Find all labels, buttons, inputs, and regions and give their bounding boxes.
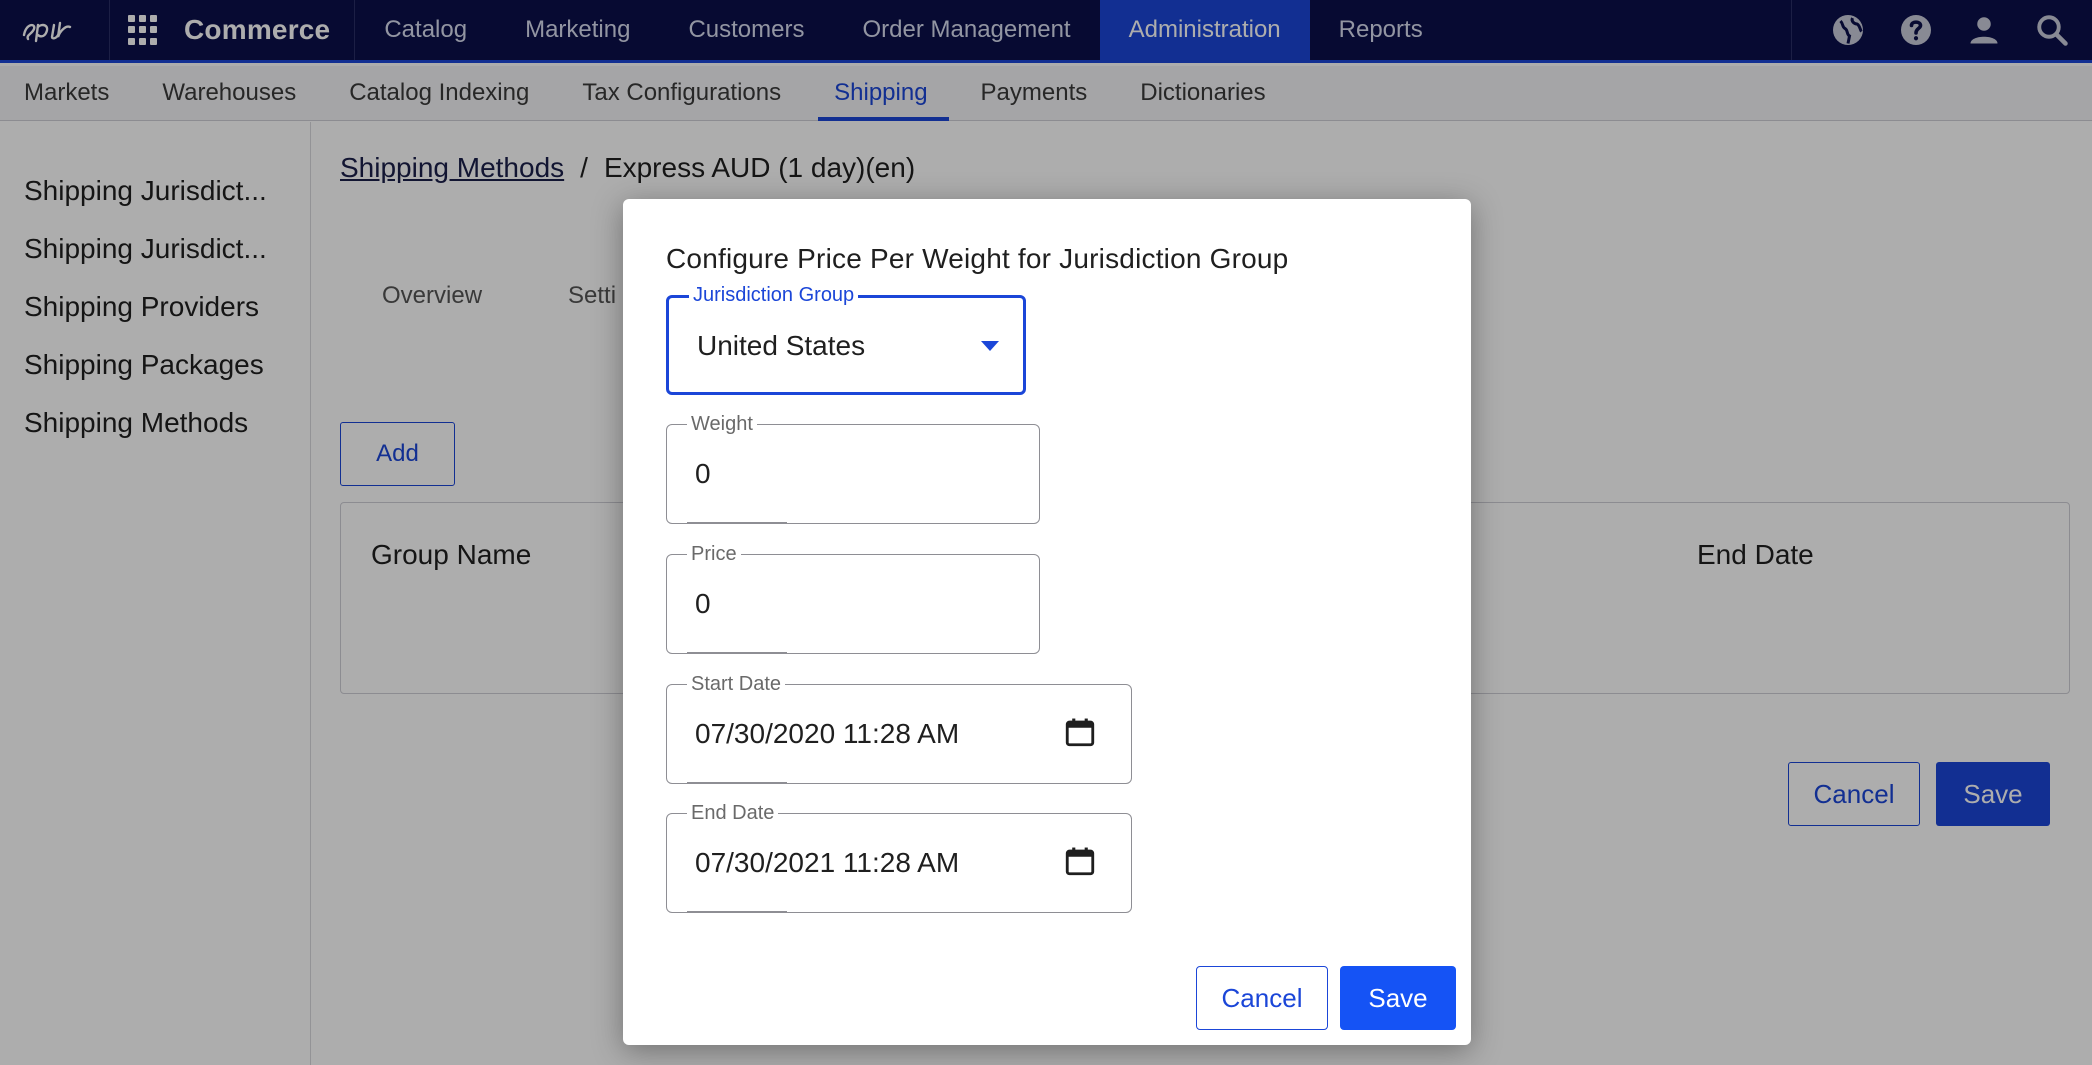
- weight-field[interactable]: Weight 0: [666, 413, 1040, 524]
- price-underline: [687, 652, 787, 654]
- dialog-title: Configure Price Per Weight for Jurisdict…: [666, 243, 1289, 274]
- end-date-label: End Date: [687, 802, 779, 824]
- weight-input[interactable]: 0: [695, 458, 711, 490]
- price-field[interactable]: Price 0: [666, 543, 1040, 654]
- calendar-icon[interactable]: [1063, 715, 1097, 749]
- start-date-field[interactable]: Start Date 07/30/2020 11:28 AM: [666, 673, 1132, 784]
- end-date-field[interactable]: End Date 07/30/2021 11:28 AM: [666, 802, 1132, 913]
- price-label: Price: [687, 543, 741, 565]
- jurisdiction-group-value: United States: [697, 330, 866, 361]
- jurisdiction-group-label: Jurisdiction Group: [689, 284, 859, 306]
- start-date-label: Start Date: [687, 673, 786, 695]
- start-date-underline: [687, 782, 787, 784]
- jurisdiction-group-select[interactable]: Jurisdiction Group United States: [666, 284, 1026, 395]
- end-date-input[interactable]: 07/30/2021 11:28 AM: [695, 847, 959, 879]
- weight-underline: [687, 522, 787, 524]
- dialog-cancel-button[interactable]: Cancel: [1196, 966, 1328, 1030]
- weight-label: Weight: [687, 413, 757, 435]
- dropdown-caret-icon[interactable]: [981, 341, 999, 351]
- calendar-icon[interactable]: [1063, 844, 1097, 878]
- dialog-save-button[interactable]: Save: [1340, 966, 1456, 1030]
- end-date-underline: [687, 911, 787, 913]
- price-input[interactable]: 0: [695, 588, 711, 620]
- start-date-input[interactable]: 07/30/2020 11:28 AM: [695, 718, 959, 750]
- price-per-weight-dialog: Configure Price Per Weight for Jurisdict…: [623, 199, 1471, 1045]
